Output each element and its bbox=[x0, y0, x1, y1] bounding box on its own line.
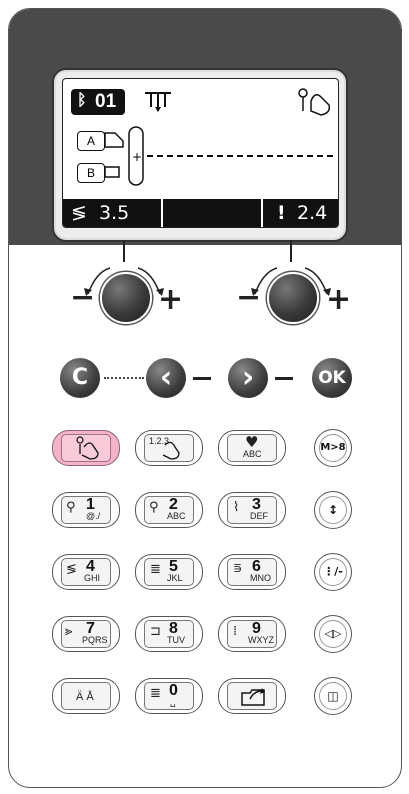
key-0-space: ␣ bbox=[170, 697, 176, 707]
key-7[interactable]: ⪢ 7 PQRS bbox=[52, 616, 120, 652]
status-divider bbox=[261, 199, 263, 227]
key-face: ⊐ 8 TUV bbox=[144, 620, 194, 648]
folder-export-icon bbox=[241, 688, 265, 706]
stitch-length-value: 2.4 bbox=[297, 202, 328, 224]
key-1[interactable]: ⚲ 1 @./ bbox=[52, 492, 120, 528]
knob-left-plus: + bbox=[158, 282, 184, 317]
key-face: ⚲ 2 ABC bbox=[144, 496, 194, 524]
key-0[interactable]: ≣ 0 ␣ bbox=[135, 678, 203, 714]
blind-hem-icon: ⋾ bbox=[233, 562, 243, 577]
elongation-button[interactable]: ◫ bbox=[314, 677, 352, 715]
knob-right-minus: − bbox=[236, 280, 262, 315]
key-1-letters: @./ bbox=[86, 511, 101, 521]
straight-line-icon: ≣ bbox=[150, 686, 161, 701]
pattern-number: 01 bbox=[95, 91, 117, 112]
presser-foot-touch-icon bbox=[298, 88, 331, 116]
stitch-width-knob[interactable] bbox=[100, 272, 152, 324]
key-face: ≶ 4 GHI bbox=[61, 558, 111, 586]
save-folder-key[interactable] bbox=[218, 678, 286, 714]
key-face: 1.2.3 bbox=[144, 434, 194, 462]
key-3[interactable]: ⌇ 3 DEF bbox=[218, 492, 286, 528]
key-4-letters: GHI bbox=[84, 573, 101, 583]
key-6[interactable]: ⋾ 6 MNO bbox=[218, 554, 286, 590]
zigzag-stitch-icon: ⌇ bbox=[233, 500, 240, 515]
key-face: ⪢ 7 PQRS bbox=[61, 620, 111, 648]
key-7-letters: PQRS bbox=[82, 635, 108, 645]
umlaut-label: Ä Å bbox=[76, 691, 94, 703]
dotted-connector bbox=[104, 377, 144, 379]
key-face: Ä Å bbox=[61, 682, 111, 710]
needle-stop-icon: ↕ bbox=[319, 496, 347, 524]
key-face: ≣ 0 ␣ bbox=[144, 682, 194, 710]
mirror-memory-label: M>8 bbox=[319, 434, 347, 462]
key-face: ⁞ 9 WXYZ bbox=[227, 620, 277, 648]
bobbin-icon: + bbox=[128, 126, 144, 186]
pin-stitch-icon: ⚲ bbox=[149, 500, 159, 515]
stitch-preview-line bbox=[147, 155, 333, 157]
numeric-input-icon bbox=[162, 441, 180, 460]
straight-stitch-icon: ⚲ bbox=[66, 500, 76, 515]
key-3-letters: DEF bbox=[250, 511, 268, 521]
key-face: ⌇ 3 DEF bbox=[227, 496, 277, 524]
svg-text:+: + bbox=[132, 150, 142, 164]
key-face bbox=[61, 434, 111, 462]
row-b-icon: B bbox=[77, 163, 105, 183]
foot-b-icon bbox=[104, 166, 120, 178]
decorative-stitch-icon: ⪢ bbox=[65, 624, 73, 639]
mirror-image-button[interactable]: ◁▷ bbox=[314, 615, 352, 653]
mirror-image-icon: ◁▷ bbox=[319, 620, 347, 648]
numeric-mode-key[interactable]: 1.2.3 bbox=[135, 430, 203, 466]
wave-stitch-icon: ≶ bbox=[66, 562, 77, 577]
key-9-letters: WXYZ bbox=[248, 635, 274, 645]
elongation-icon: ◫ bbox=[319, 682, 347, 710]
key-face: ⚲ 1 @./ bbox=[61, 496, 111, 524]
stitch-length-icon: ! bbox=[277, 202, 286, 224]
knob-right-plus: + bbox=[326, 282, 352, 317]
mirror-memory-button[interactable]: M>8 bbox=[314, 429, 352, 467]
stitch-toggle-button[interactable]: ⋮/- bbox=[314, 553, 352, 591]
key-6-letters: MNO bbox=[250, 573, 271, 583]
key-2-letters: ABC bbox=[167, 511, 186, 521]
key-5[interactable]: ≣ 5 JKL bbox=[135, 554, 203, 590]
letter-mode-key[interactable]: ♥ ABC bbox=[218, 430, 286, 466]
key-5-letters: JKL bbox=[167, 573, 183, 583]
stitch-width-value: 3.5 bbox=[99, 202, 130, 224]
dash-connector bbox=[275, 377, 293, 380]
stitch-length-knob[interactable] bbox=[267, 272, 319, 324]
buttonhole-icon: ⊐ bbox=[150, 624, 161, 639]
key-8[interactable]: ⊐ 8 TUV bbox=[135, 616, 203, 652]
satin-stitch-icon: ≣ bbox=[150, 562, 161, 577]
umlaut-key[interactable]: Ä Å bbox=[52, 678, 120, 714]
key-face: ♥ ABC bbox=[227, 433, 277, 462]
touch-mode-key[interactable] bbox=[52, 430, 120, 466]
quilting-stitch-icon: ⁞ bbox=[233, 624, 238, 639]
stitch-toggle-icon: ⋮/- bbox=[319, 558, 347, 586]
needle-position-icon bbox=[145, 92, 171, 112]
pattern-number-badge: ᛒ 01 bbox=[71, 89, 125, 115]
key-face: ≣ 5 JKL bbox=[144, 558, 194, 586]
dash-connector bbox=[193, 377, 211, 380]
ok-button[interactable]: OK bbox=[312, 358, 352, 398]
row-a-icon: A bbox=[77, 131, 105, 151]
key-2[interactable]: ⚲ 2 ABC bbox=[135, 492, 203, 528]
key-8-letters: TUV bbox=[167, 635, 185, 645]
next-button[interactable]: › bbox=[228, 358, 268, 398]
bracket-icon: ᛒ bbox=[77, 92, 87, 109]
key-9[interactable]: ⁞ 9 WXYZ bbox=[218, 616, 286, 652]
stitch-width-icon: ≶ bbox=[71, 202, 87, 224]
prev-button[interactable]: ‹ bbox=[146, 358, 186, 398]
clear-button[interactable]: C bbox=[60, 358, 100, 398]
letter-mode-label: ABC bbox=[243, 449, 262, 459]
needle-stop-button[interactable]: ↕ bbox=[314, 491, 352, 529]
touch-icon bbox=[76, 436, 99, 460]
knob-left-minus: − bbox=[70, 280, 96, 315]
key-4[interactable]: ≶ 4 GHI bbox=[52, 554, 120, 590]
key-face bbox=[227, 682, 277, 710]
status-divider bbox=[161, 199, 163, 227]
key-face: ⋾ 6 MNO bbox=[227, 558, 277, 586]
foot-a-icon bbox=[104, 132, 124, 148]
lcd-screen: ᛒ 01 A B + ≶ 3.5 ! 2.4 bbox=[62, 78, 339, 228]
lcd-status-bar: ≶ 3.5 ! 2.4 bbox=[63, 199, 338, 227]
